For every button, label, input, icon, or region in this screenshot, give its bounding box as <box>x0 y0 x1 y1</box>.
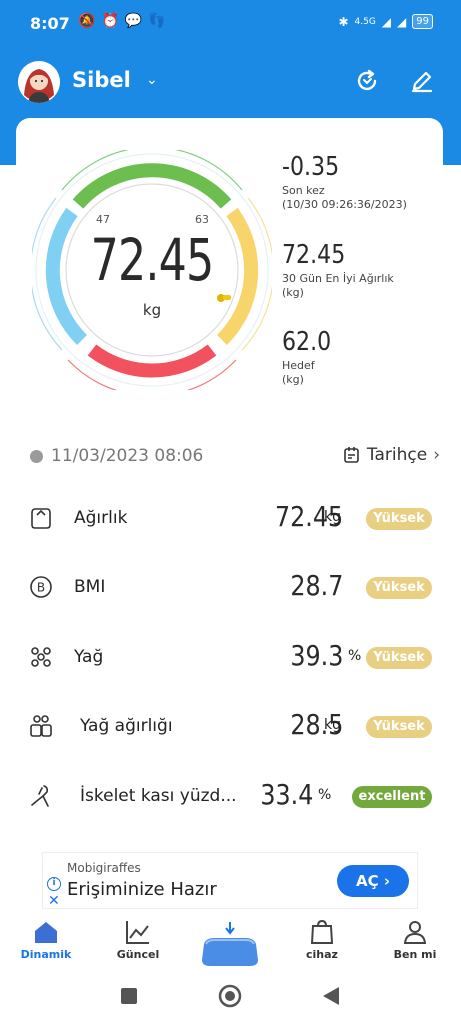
metric-unit: kg <box>324 717 341 733</box>
stat-sub: (kg) <box>282 373 304 386</box>
metric-unit: % <box>318 787 332 803</box>
info-icon[interactable]: i <box>47 877 61 891</box>
muscle-icon <box>31 785 49 807</box>
stat-best-weight: 72.45 30 Gün En İyi Ağırlık (kg) <box>282 240 394 300</box>
measurement-date: 11/03/2023 08:06 <box>51 446 204 466</box>
gauge-tick-right: 63 <box>195 213 209 226</box>
fat-icon <box>31 647 51 667</box>
metric-label: Yağ ağırlığı <box>80 716 173 736</box>
nav-item-scale[interactable] <box>190 918 270 974</box>
signal-icon: ◢ <box>381 14 392 29</box>
nav-label: Güncel <box>116 948 160 961</box>
ad-advertiser: Mobigiraffes <box>67 861 141 875</box>
gauge-tick-left: 47 <box>96 213 110 226</box>
measurement-date-row: 11/03/2023 08:06 Tarihçe › <box>30 445 440 469</box>
nav-label: Dinamik <box>20 948 72 961</box>
stat-sub: (kg) <box>282 286 304 299</box>
metric-label: İskelet kası yüzd... <box>80 786 237 806</box>
sync-button[interactable] <box>349 63 385 99</box>
username[interactable]: Sibel <box>72 68 131 92</box>
metric-row-fat-weight[interactable]: Yağ ağırlığı 28.5 kg Yüksek <box>0 702 461 752</box>
bottom-nav: Dinamik Güncel cihaz Ben mi <box>0 912 461 972</box>
network-label: 4.5G <box>354 16 376 27</box>
metric-value: 28.7 <box>290 569 343 602</box>
mute-icon: 🔕 <box>78 13 96 29</box>
metric-row-fat[interactable]: Yağ 39.3 % Yüksek <box>0 633 461 683</box>
metric-value: 33.4 <box>260 778 313 811</box>
bmi-icon: B <box>30 576 52 598</box>
home-button[interactable] <box>218 984 242 1008</box>
clock-icon <box>30 450 43 463</box>
chevron-right-icon: › <box>433 445 440 465</box>
avatar[interactable] <box>18 61 60 103</box>
home-icon <box>35 922 57 943</box>
steps-icon: 👣 <box>148 13 166 29</box>
nav-label: Ben mi <box>393 948 437 961</box>
status-badge: Yüksek <box>366 577 432 599</box>
history-label: Tarihçe <box>366 445 428 465</box>
metric-row-skeletal-muscle[interactable]: İskelet kası yüzd... 33.4 % excellent <box>0 772 461 822</box>
metric-value: 39.3 <box>290 639 343 672</box>
ad-title: Erişiminize Hazır <box>67 879 217 900</box>
close-icon[interactable]: ✕ <box>48 893 60 909</box>
metric-unit: kg <box>324 509 341 525</box>
back-button[interactable] <box>323 987 339 1005</box>
chevron-right-icon: › <box>383 872 391 890</box>
metric-row-weight[interactable]: Ağırlık 72.45 kg Yüksek <box>0 494 461 544</box>
stat-value: 62.0 <box>282 327 332 357</box>
avatar-image <box>18 61 60 103</box>
stat-label: Hedef <box>282 359 315 372</box>
nav-item-cihaz[interactable]: cihaz <box>282 918 362 961</box>
device-bag-icon <box>310 919 334 944</box>
chevron-down-icon[interactable]: ⌄ <box>146 72 158 88</box>
signal-icon-2: ◢ <box>397 14 407 29</box>
refresh-icon <box>357 69 377 91</box>
stat-sub: (10/30 09:26:36/2023) <box>282 198 407 211</box>
stat-value: 72.45 <box>282 240 346 270</box>
weight-icon <box>31 508 51 529</box>
system-nav-bar <box>0 972 461 1024</box>
gauge-weight-value: 72.45 <box>90 226 215 294</box>
profile-icon <box>403 921 427 944</box>
status-badge: Yüksek <box>366 647 432 669</box>
svg-text:B: B <box>37 581 45 595</box>
pencil-icon <box>411 71 433 93</box>
metric-label: Yağ <box>74 647 104 667</box>
ad-banner[interactable]: i ✕ Mobigiraffes Erişiminize Hazır AÇ › <box>42 852 418 909</box>
metric-label: Ağırlık <box>74 508 128 528</box>
nav-item-dinamik[interactable]: Dinamik <box>6 918 86 961</box>
stat-label: 30 Gün En İyi Ağırlık <box>282 272 394 285</box>
alarm-icon: ⏰ <box>101 13 119 29</box>
ad-open-button[interactable]: AÇ › <box>337 865 409 897</box>
chart-icon <box>126 921 149 944</box>
stat-label: Son kez <box>282 184 325 197</box>
status-badge: Yüksek <box>366 716 432 738</box>
nav-label: cihaz <box>306 948 338 961</box>
status-badge: excellent <box>352 786 432 808</box>
history-icon <box>344 447 359 463</box>
history-link[interactable]: Tarihçe › <box>343 445 440 465</box>
scale-icon <box>202 922 258 966</box>
status-badge: Yüksek <box>366 508 432 530</box>
stat-target: 62.0 Hedef (kg) <box>282 327 340 387</box>
nav-item-ben-mi[interactable]: Ben mi <box>375 918 455 961</box>
status-time: 8:07 <box>30 14 70 33</box>
stat-value: -0.35 <box>282 152 340 182</box>
metric-label: BMI <box>74 577 106 597</box>
gauge-weight-unit: kg <box>142 301 162 319</box>
edit-button[interactable] <box>404 63 440 99</box>
metric-row-bmi[interactable]: B BMI 28.7 Yüksek <box>0 563 461 613</box>
fat-weight-icon <box>30 715 52 737</box>
status-bar: 8:07 🔕 ⏰ 💬 👣 ✱ 4.5G ◢ ◢ 99 <box>0 0 461 48</box>
bluetooth-icon: ✱ <box>338 14 349 29</box>
metric-unit: % <box>348 648 362 664</box>
status-system-icons: ✱ 4.5G ◢ ◢ 99 <box>338 14 433 29</box>
stat-last-change: -0.35 Son kez (10/30 09:26:36/2023) <box>282 152 407 212</box>
nav-item-guncel[interactable]: Güncel <box>98 918 178 961</box>
status-notification-icons: 🔕 ⏰ 💬 👣 <box>78 13 166 29</box>
message-icon: 💬 <box>124 13 143 29</box>
battery-icon: 99 <box>412 14 433 29</box>
recents-button[interactable] <box>121 988 137 1004</box>
ad-open-label: AÇ <box>355 872 379 890</box>
